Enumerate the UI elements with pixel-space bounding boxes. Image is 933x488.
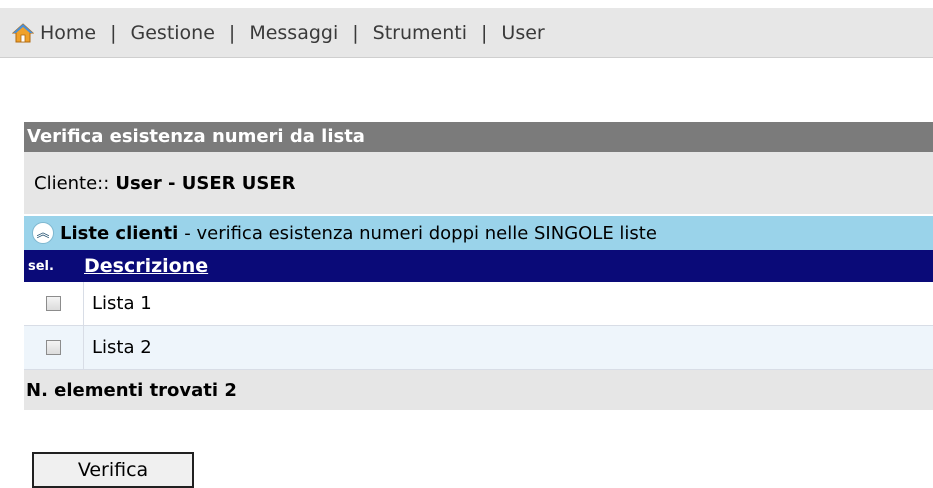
column-header-descrizione[interactable]: Descrizione xyxy=(84,255,208,277)
row-checkbox[interactable] xyxy=(46,340,61,355)
select-cell xyxy=(24,326,84,369)
client-info: Cliente:: User - USER USER xyxy=(24,152,933,216)
section-description: - verifica esistenza numeri doppi nelle … xyxy=(184,222,657,244)
top-navigation: Home | Gestione | Messaggi | Strumenti |… xyxy=(0,8,933,58)
row-label: Lista 1 xyxy=(92,293,152,314)
row-label: Lista 2 xyxy=(92,337,152,358)
results-count: N. elementi trovati 2 xyxy=(24,370,933,410)
nav-messaggi[interactable]: Messaggi xyxy=(249,22,338,44)
collapse-icon[interactable]: ︽ xyxy=(32,222,54,244)
nav-strumenti[interactable]: Strumenti xyxy=(373,22,467,44)
section-title: Liste clienti xyxy=(60,222,179,244)
table-row: Lista 1 xyxy=(24,282,933,326)
nav-separator: | xyxy=(352,21,359,44)
nav-home[interactable]: Home xyxy=(40,22,96,44)
client-label: Cliente:: xyxy=(34,172,110,194)
table-row: Lista 2 xyxy=(24,326,933,370)
nav-separator: | xyxy=(481,21,488,44)
panel-title: Verifica esistenza numeri da lista xyxy=(24,122,933,152)
section-header: ︽ Liste clienti - verifica esistenza num… xyxy=(24,216,933,250)
row-checkbox[interactable] xyxy=(46,296,61,311)
nav-user[interactable]: User xyxy=(501,22,544,44)
column-header-sel: sel. xyxy=(28,258,54,274)
home-icon[interactable] xyxy=(11,22,35,44)
nav-separator: | xyxy=(228,21,236,44)
table-header: sel. Descrizione xyxy=(24,250,933,282)
nav-gestione[interactable]: Gestione xyxy=(131,22,215,44)
nav-separator: | xyxy=(110,21,117,44)
client-value: User - USER USER xyxy=(115,172,296,194)
select-cell xyxy=(24,282,84,325)
verification-panel: Verifica esistenza numeri da lista Clien… xyxy=(24,122,933,410)
